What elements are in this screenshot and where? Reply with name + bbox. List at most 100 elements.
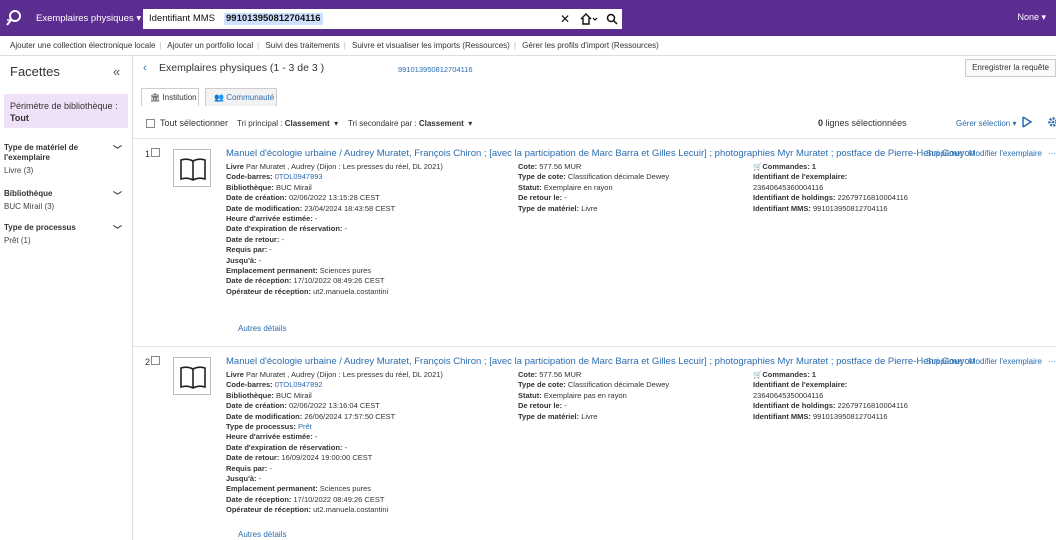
search-query-text: 991013950812704116	[224, 13, 323, 25]
delete-button[interactable]: Supprimer	[926, 149, 963, 158]
edit-item-button[interactable]: Modifier l'exemplaire	[969, 357, 1042, 366]
process-type-link[interactable]: Prêt	[298, 422, 312, 431]
field-value: 26/06/2024 17:57:50 CEST	[304, 411, 396, 421]
field-value: BUC Mirail	[276, 182, 312, 192]
facet-material-type[interactable]: Type de matériel de l'exemplaire ﹀ Livre …	[4, 143, 128, 175]
field-label: Jusqu'à:	[226, 474, 259, 484]
facet-value[interactable]: Livre (3)	[4, 166, 128, 175]
field-label: Requis par:	[226, 245, 270, 255]
more-details-link[interactable]: Autres détails	[238, 324, 286, 333]
quick-links-bar: Ajouter une collection électronique loca…	[0, 36, 1056, 56]
sort-label: Tri secondaire par :	[348, 119, 419, 128]
tab-community[interactable]: 👥 Communauté	[205, 88, 277, 106]
orders-link[interactable]: Commandes: 1	[762, 162, 816, 171]
barcode-link[interactable]: 0TOL0947892	[275, 380, 323, 389]
link-job-tracking[interactable]: Suivi des traitements	[265, 41, 339, 50]
field-value: Livre	[581, 203, 598, 213]
link-monitor-imports[interactable]: Suivre et visualiser les imports (Ressou…	[352, 41, 510, 50]
save-query-button[interactable]: Enregistrer la requête	[965, 59, 1056, 77]
item-id-value: 23640645360004116	[753, 182, 824, 192]
search-icon[interactable]	[602, 9, 622, 29]
holdings-id-value: 22679716810004116	[837, 401, 908, 411]
home-icon[interactable]	[576, 9, 602, 29]
mms-id-link[interactable]: 991013950812704116	[398, 65, 473, 74]
field-label: Opérateur de réception:	[226, 286, 314, 296]
holdings-id-value: 22679716810004116	[837, 193, 908, 203]
facet-value[interactable]: Prêt (1)	[4, 236, 128, 245]
field-value: BUC Mirail	[276, 390, 312, 400]
primary-sort-dropdown[interactable]: Tri principal : Classement ▾	[237, 119, 338, 128]
field-value: Par Muratet , Audrey (Dijon : Les presse…	[243, 162, 443, 171]
record-details-col1: Livre Par Muratet , Audrey (Dijon : Les …	[226, 162, 443, 297]
field-value: -	[258, 255, 262, 265]
field-value: -	[564, 193, 567, 203]
search-scope-dropdown[interactable]: Exemplaires physiques ▾	[30, 9, 147, 29]
field-value: 16/09/2024 19:00:00 CEST	[281, 453, 373, 463]
field-label: De retour le:	[518, 401, 565, 411]
facet-library[interactable]: Bibliothèque ﹀ BUC Mirail (3)	[4, 189, 128, 211]
more-details-link[interactable]: Autres détails	[238, 530, 286, 539]
select-all-checkbox[interactable]	[146, 119, 155, 128]
record-row: 2 Manuel d'écologie urbaine / Audrey Mur…	[133, 346, 1056, 540]
field-value: 577.56 MUR	[539, 162, 582, 171]
manage-selection-dropdown[interactable]: Gérer sélection ▾	[956, 119, 1016, 128]
facet-title: Type de matériel de l'exemplaire	[4, 143, 79, 162]
field-value: Exemplaire pas en rayon	[543, 390, 627, 400]
field-label: Identifiant de holdings:	[753, 401, 838, 411]
record-checkbox[interactable]	[151, 356, 160, 365]
field-label: Date d'expiration de réservation:	[226, 224, 345, 234]
field-value: Livre	[581, 411, 598, 421]
field-label: Date de création:	[226, 193, 289, 203]
library-scope-box[interactable]: Périmètre de bibliothèque : Tout	[4, 94, 128, 128]
secondary-sort-dropdown[interactable]: Tri secondaire par : Classement ▾	[348, 119, 472, 128]
field-label: Bibliothèque:	[226, 390, 276, 400]
collapse-facets-icon[interactable]: «	[113, 64, 120, 79]
field-label: Opérateur de réception:	[226, 505, 314, 515]
delete-button[interactable]: Supprimer	[926, 357, 963, 366]
field-value: -	[344, 224, 347, 234]
field-label: Type de matériel:	[518, 203, 582, 213]
record-number: 2	[145, 357, 151, 367]
search-field-dropdown[interactable]: Identifiant MMS ▾	[143, 9, 230, 29]
results-main: ‹ Exemplaires physiques (1 - 3 de 3 ) 99…	[133, 56, 1056, 540]
chevron-down-icon[interactable]: ﹀	[113, 145, 122, 155]
book-icon	[173, 357, 211, 395]
link-add-portfolio[interactable]: Ajouter un portfolio local	[167, 41, 253, 50]
field-value: -	[281, 234, 284, 244]
search-input[interactable]: 991013950812704116	[218, 9, 554, 29]
chevron-down-icon[interactable]: ﹀	[113, 225, 122, 235]
link-manage-import-profiles[interactable]: Gérer les profils d'import (Ressources)	[522, 41, 659, 50]
link-add-electronic-collection[interactable]: Ajouter une collection électronique loca…	[10, 41, 155, 50]
cart-icon: 🛒	[753, 162, 763, 171]
more-actions-icon[interactable]: ···	[1048, 149, 1056, 158]
orders-link[interactable]: Commandes: 1	[762, 370, 816, 379]
select-all-label[interactable]: Tout sélectionner	[160, 118, 228, 128]
field-value: 17/10/2022 08:49:26 CEST	[293, 276, 385, 286]
record-checkbox[interactable]	[151, 148, 160, 157]
field-label: Date de réception:	[226, 276, 294, 286]
field-value: -	[314, 214, 318, 224]
more-actions-icon[interactable]: ···	[1048, 357, 1056, 366]
barcode-link[interactable]: 0TOL0947893	[275, 172, 323, 181]
field-value: Exemplaire en rayon	[543, 182, 613, 192]
settings-gear-icon[interactable]	[1047, 116, 1056, 131]
export-icon[interactable]	[1021, 116, 1033, 131]
facet-value[interactable]: BUC Mirail (3)	[4, 202, 128, 211]
field-label: Date de réception:	[226, 494, 294, 504]
record-title-link[interactable]: Manuel d'écologie urbaine / Audrey Murat…	[226, 148, 975, 159]
back-arrow-icon[interactable]: ‹	[143, 62, 147, 74]
field-label: De retour le:	[518, 193, 565, 203]
field-label: Type de matériel:	[518, 411, 582, 421]
field-label: Heure d'arrivée estimée:	[226, 214, 315, 224]
facet-process-type[interactable]: Type de processus ﹀ Prêt (1)	[4, 223, 128, 245]
record-title-link[interactable]: Manuel d'écologie urbaine / Audrey Murat…	[226, 356, 975, 367]
top-bar: Exemplaires physiques ▾ Identifiant MMS …	[0, 0, 1056, 36]
record-details-col2: Cote: 577.56 MUR Type de cote: Classific…	[518, 162, 669, 214]
tab-institution[interactable]: 🏛 Institution	[141, 88, 199, 106]
user-menu[interactable]: None ▾	[1017, 12, 1046, 23]
sort-value: Classement	[284, 119, 330, 128]
clear-search-icon[interactable]: ✕	[554, 9, 576, 29]
chevron-down-icon[interactable]: ﹀	[113, 191, 122, 201]
edit-item-button[interactable]: Modifier l'exemplaire	[969, 149, 1042, 158]
primo-logo-icon[interactable]	[4, 8, 24, 28]
